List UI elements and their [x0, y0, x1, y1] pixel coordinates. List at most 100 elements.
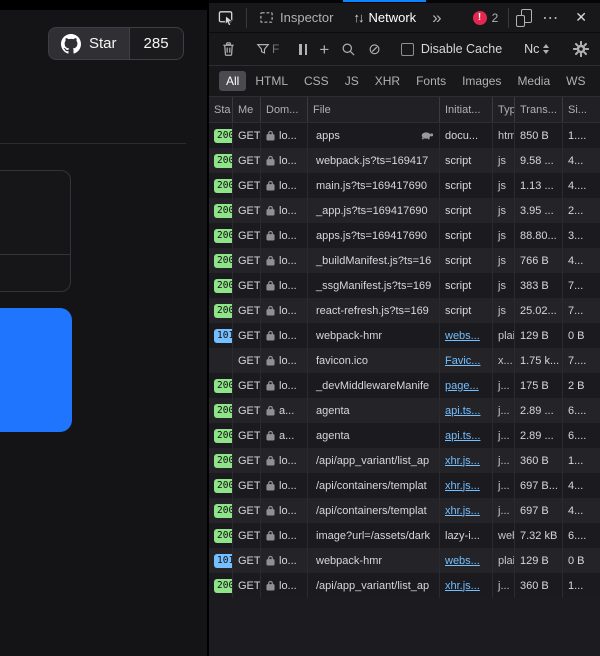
status-badge: 200 — [214, 204, 233, 218]
domain-text: lo... — [279, 330, 297, 342]
clear-requests-button[interactable] — [215, 37, 242, 61]
size-cell: 2... — [563, 198, 600, 223]
request-row[interactable]: 200 GET lo... react-refresh.js?ts=169 — [209, 298, 600, 323]
disable-cache-toggle[interactable]: Disable Cache — [395, 42, 508, 56]
filter-urls-input[interactable]: F — [250, 37, 285, 61]
domain-text: a... — [279, 405, 294, 417]
transferred-cell: 1.13 ... — [515, 173, 563, 198]
request-row[interactable]: 200 GET lo... /api/containers/templat — [209, 473, 600, 498]
more-tabs-button[interactable]: » — [426, 8, 447, 28]
funnel-icon — [256, 42, 270, 56]
request-row[interactable]: 101 GET lo... webpack-hmr — [209, 323, 600, 348]
status-cell: 200 — [209, 198, 233, 223]
size-cell: 4.... — [563, 173, 600, 198]
disable-cache-checkbox[interactable] — [401, 43, 414, 56]
github-star-button[interactable]: Star 285 — [48, 27, 184, 60]
new-request-button[interactable]: + — [313, 37, 335, 61]
initiator-text[interactable]: xhr.js... — [445, 480, 480, 492]
request-row[interactable]: 200 GET lo... /api/app_variant/list_ap — [209, 573, 600, 598]
tab-inspector[interactable]: Inspector — [249, 3, 343, 33]
column-header[interactable]: Initiat... — [440, 97, 493, 122]
block-requests-button[interactable]: ⊘ — [362, 37, 387, 61]
filter-pill-media[interactable]: Media — [510, 71, 557, 91]
request-row[interactable]: 200 GET lo... _ssgManifest.js?ts=169 — [209, 273, 600, 298]
column-header[interactable]: File — [308, 97, 440, 122]
request-row[interactable]: 200 GET lo... /api/containers/templat — [209, 498, 600, 523]
domain-text: lo... — [279, 180, 297, 192]
responsive-design-button[interactable] — [515, 9, 533, 27]
size-cell: 3... — [563, 223, 600, 248]
github-star-left: Star — [49, 28, 129, 59]
file-cell: apps — [308, 123, 440, 148]
error-count-button[interactable]: ! 2 — [469, 11, 503, 25]
file-text: agenta — [316, 405, 350, 417]
filter-pill-fonts[interactable]: Fonts — [409, 71, 453, 91]
initiator-text[interactable]: page... — [445, 380, 479, 392]
request-row[interactable]: 200 GET lo... apps.js?ts=169417690 — [209, 223, 600, 248]
request-row[interactable]: 200 GET lo... /api/app_variant/list_ap — [209, 448, 600, 473]
column-header[interactable]: Typ — [493, 97, 515, 122]
transferred-cell: 7.32 kB — [515, 523, 563, 548]
column-header[interactable]: Me — [233, 97, 261, 122]
transferred-cell: 88.80... — [515, 223, 563, 248]
initiator-text[interactable]: webs... — [445, 555, 480, 567]
initiator-text: script — [445, 305, 471, 317]
file-text: /api/containers/templat — [316, 480, 427, 492]
initiator-text[interactable]: webs... — [445, 330, 480, 342]
transferred-cell: 360 B — [515, 448, 563, 473]
initiator-text[interactable]: xhr.js... — [445, 505, 480, 517]
filter-pill-ot[interactable]: Ot — [594, 71, 600, 91]
type-cell: plai — [493, 548, 515, 573]
pick-element-button[interactable] — [209, 3, 244, 33]
close-devtools-button[interactable]: ✕ — [568, 9, 594, 26]
initiator-text[interactable]: xhr.js... — [445, 455, 480, 467]
throttling-dropdown[interactable]: Nc — [516, 42, 557, 56]
request-row[interactable]: 200 GET lo... _buildManifest.js?ts=16 — [209, 248, 600, 273]
method-cell: GET — [233, 423, 261, 448]
lock-icon — [266, 280, 275, 291]
column-header[interactable]: Si... — [563, 97, 600, 122]
filter-pill-css[interactable]: CSS — [297, 71, 336, 91]
request-row[interactable]: 200 GET lo... main.js?ts=169417690 — [209, 173, 600, 198]
request-row[interactable]: 200 GET lo... webpack.js?ts=169417 — [209, 148, 600, 173]
pause-traffic-button[interactable] — [293, 37, 313, 61]
meatball-menu-button[interactable]: ⋯ — [537, 8, 564, 28]
column-header[interactable]: Trans... — [515, 97, 563, 122]
network-settings-button[interactable] — [567, 37, 595, 61]
github-logo-icon — [61, 34, 81, 54]
initiator-text[interactable]: api.ts... — [445, 430, 480, 442]
request-row[interactable]: 101 GET lo... webpack-hmr — [209, 548, 600, 573]
column-header[interactable]: Sta — [209, 97, 233, 122]
filter-pill-images[interactable]: Images — [455, 71, 508, 91]
initiator-text: script — [445, 280, 471, 292]
request-row[interactable]: 200 GET a... agenta — [209, 398, 600, 423]
initiator-text: script — [445, 205, 471, 217]
request-row[interactable]: 200 GET lo... apps — [209, 123, 600, 148]
file-cell: _app.js?ts=169417690 — [308, 198, 440, 223]
initiator-text[interactable]: Favic... — [445, 355, 480, 367]
search-button[interactable] — [335, 37, 362, 61]
filter-pill-xhr[interactable]: XHR — [368, 71, 407, 91]
file-text: /api/app_variant/list_ap — [316, 455, 429, 467]
tab-network[interactable]: ↑↓ Network — [343, 3, 426, 33]
throttling-value: Nc — [524, 42, 539, 56]
file-cell: webpack-hmr — [308, 323, 440, 348]
filter-pill-html[interactable]: HTML — [248, 71, 295, 91]
request-row[interactable]: 200 GET lo... image?url=/assets/dark — [209, 523, 600, 548]
request-row[interactable]: 200 GET a... agenta — [209, 423, 600, 448]
domain-text: lo... — [279, 255, 297, 267]
column-header[interactable]: Dom... — [261, 97, 308, 122]
page-card[interactable] — [0, 170, 71, 292]
initiator-text[interactable]: xhr.js... — [445, 580, 480, 592]
request-row[interactable]: GET lo... favicon.ico Favic — [209, 348, 600, 373]
filter-pill-js[interactable]: JS — [338, 71, 366, 91]
request-row[interactable]: 200 GET lo... _app.js?ts=169417690 — [209, 198, 600, 223]
domain-text: lo... — [279, 580, 297, 592]
domain-text: lo... — [279, 530, 297, 542]
page-blue-card[interactable] — [0, 308, 72, 432]
request-row[interactable]: 200 GET lo... _devMiddlewareManife — [209, 373, 600, 398]
filter-pill-ws[interactable]: WS — [559, 71, 592, 91]
initiator-text[interactable]: api.ts... — [445, 405, 480, 417]
type-cell: j... — [493, 398, 515, 423]
filter-pill-all[interactable]: All — [219, 71, 246, 91]
